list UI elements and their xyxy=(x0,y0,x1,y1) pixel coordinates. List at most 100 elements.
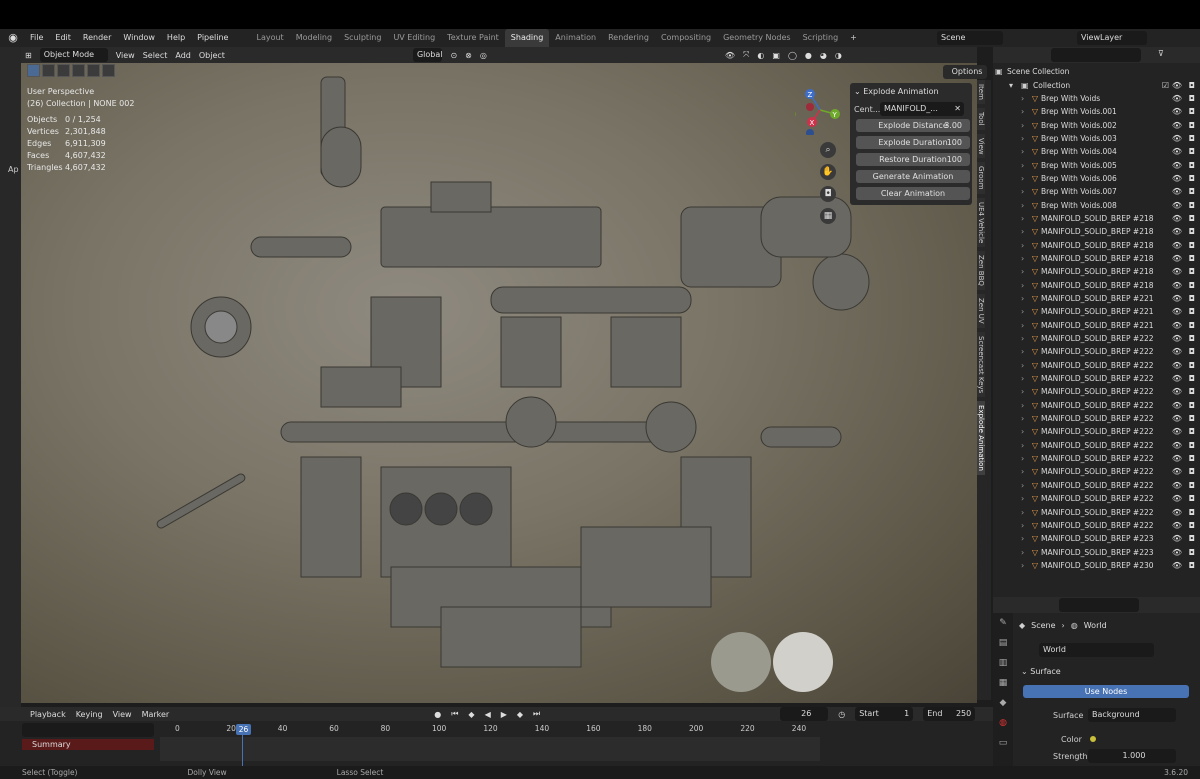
proportional-edit-icon[interactable]: ◎ xyxy=(480,51,487,60)
render-icon[interactable]: ◘ xyxy=(1189,561,1195,570)
use-nodes-button[interactable]: Use Nodes xyxy=(1023,685,1189,698)
render-icon[interactable]: ◘ xyxy=(1189,321,1195,330)
eye-icon[interactable]: 👁 xyxy=(1172,201,1182,210)
outliner-item[interactable]: › ▽ MANIFOLD_SOLID_BREP #218 👁 ◘ xyxy=(995,279,1198,292)
select-extend-icon[interactable] xyxy=(57,64,70,77)
playhead-frame-label[interactable]: 26 xyxy=(236,724,251,735)
eye-icon[interactable]: 👁 xyxy=(1172,281,1182,290)
viewport-menu-object[interactable]: Object xyxy=(199,51,225,60)
render-tab-icon[interactable]: ▤ xyxy=(993,633,1013,653)
expand-arrow-icon[interactable]: › xyxy=(1021,321,1029,330)
eye-icon[interactable]: 👁 xyxy=(1172,307,1182,316)
expand-arrow-icon[interactable]: › xyxy=(1021,548,1029,557)
render-icon[interactable]: ◘ xyxy=(1189,161,1195,170)
play-icon[interactable]: ▶ xyxy=(501,710,507,719)
outliner-item[interactable]: › ▽ MANIFOLD_SOLID_BREP #221 👁 ◘ xyxy=(995,292,1198,305)
scene-tab-icon[interactable]: ◆ xyxy=(993,693,1013,713)
select-invert-icon[interactable] xyxy=(87,64,100,77)
eye-icon[interactable]: 👁 xyxy=(1172,214,1182,223)
eye-icon[interactable]: 👁 xyxy=(1172,494,1182,503)
expand-arrow-icon[interactable]: › xyxy=(1021,534,1029,543)
eye-icon[interactable]: 👁 xyxy=(1172,94,1182,103)
outliner-item[interactable]: › ▽ MANIFOLD_SOLID_BREP #222 👁 ◘ xyxy=(995,479,1198,492)
expand-arrow-icon[interactable]: › xyxy=(1021,414,1029,423)
render-icon[interactable]: ◘ xyxy=(1189,521,1195,530)
eye-icon[interactable]: 👁 xyxy=(1172,347,1182,356)
expand-arrow-icon[interactable]: › xyxy=(1021,201,1029,210)
keying-menu[interactable]: Keying xyxy=(76,710,103,719)
outliner-item[interactable]: › ▽ Brep With Voids.007 👁 ◘ xyxy=(995,185,1198,198)
expand-arrow-icon[interactable]: › xyxy=(1021,334,1029,343)
menu-window[interactable]: Window xyxy=(117,29,161,47)
render-icon[interactable]: ◘ xyxy=(1189,227,1195,236)
render-icon[interactable]: ◘ xyxy=(1189,534,1195,543)
eye-icon[interactable]: 👁 xyxy=(1172,534,1182,543)
outliner-item[interactable]: › ▽ MANIFOLD_SOLID_BREP #221 👁 ◘ xyxy=(995,305,1198,318)
eye-icon[interactable]: 👁 xyxy=(1172,134,1182,143)
tab-geometry-nodes[interactable]: Geometry Nodes xyxy=(717,29,796,47)
eye-icon[interactable]: 👁 xyxy=(1172,161,1182,170)
expand-arrow-icon[interactable]: › xyxy=(1021,174,1029,183)
outliner-item[interactable]: › ▽ Brep With Voids.004 👁 ◘ xyxy=(995,145,1198,158)
render-icon[interactable]: ◘ xyxy=(1189,401,1195,410)
render-icon[interactable]: ◘ xyxy=(1189,147,1195,156)
eye-icon[interactable]: 👁 xyxy=(1172,361,1182,370)
eye-icon[interactable]: 👁 xyxy=(1172,454,1182,463)
gizmo-toggle-icon[interactable]: ⤧ xyxy=(743,50,749,60)
expand-arrow-icon[interactable]: › xyxy=(1021,241,1029,250)
expand-arrow-icon[interactable]: › xyxy=(1021,401,1029,410)
render-icon[interactable]: ◘ xyxy=(1189,454,1195,463)
clock-icon[interactable]: ◷ xyxy=(838,710,845,719)
scene-selector[interactable]: Scene xyxy=(937,31,1003,45)
collection-tab-icon[interactable]: ▭ xyxy=(993,733,1013,753)
expand-arrow-icon[interactable]: › xyxy=(1021,508,1029,517)
eye-icon[interactable]: 👁 xyxy=(1172,147,1182,156)
outliner-item[interactable]: › ▽ MANIFOLD_SOLID_BREP #218 👁 ◘ xyxy=(995,238,1198,251)
filter-icon[interactable]: ⊽ xyxy=(1158,49,1164,58)
outliner-item[interactable]: › ▽ Brep With Voids.008 👁 ◘ xyxy=(995,198,1198,211)
eye-icon[interactable]: 👁 xyxy=(1172,267,1182,276)
clear-field-icon[interactable]: ✕ xyxy=(954,102,961,116)
tab-rendering[interactable]: Rendering xyxy=(602,29,655,47)
eye-icon[interactable]: 👁 xyxy=(1172,187,1182,196)
viewport-menu-select[interactable]: Select xyxy=(143,51,168,60)
outliner-item[interactable]: › ▽ Brep With Voids.002 👁 ◘ xyxy=(995,118,1198,131)
xray-icon[interactable]: ▣ xyxy=(772,51,780,60)
outliner-item[interactable]: › ▽ Brep With Voids.003 👁 ◘ xyxy=(995,132,1198,145)
eye-icon[interactable]: 👁 xyxy=(1172,174,1182,183)
side-tab-groom[interactable]: Groom xyxy=(977,162,985,194)
eye-icon[interactable]: 👁 xyxy=(1172,321,1182,330)
render-icon[interactable]: ◘ xyxy=(1189,548,1195,557)
render-icon[interactable]: ◘ xyxy=(1189,254,1195,263)
expand-arrow-icon[interactable]: › xyxy=(1021,561,1029,570)
eye-icon[interactable]: 👁 xyxy=(1172,107,1182,116)
eye-icon[interactable]: 👁 xyxy=(1172,401,1182,410)
render-icon[interactable]: ◘ xyxy=(1189,281,1195,290)
expand-arrow-icon[interactable]: › xyxy=(1021,121,1029,130)
menu-render[interactable]: Render xyxy=(77,29,117,47)
outliner-item[interactable]: › ▽ MANIFOLD_SOLID_BREP #222 👁 ◘ xyxy=(995,452,1198,465)
expand-arrow-icon[interactable]: › xyxy=(1021,387,1029,396)
menu-pipeline[interactable]: Pipeline xyxy=(191,29,234,47)
tab-sculpting[interactable]: Sculpting xyxy=(338,29,387,47)
outliner-item[interactable]: › ▽ MANIFOLD_SOLID_BREP #222 👁 ◘ xyxy=(995,332,1198,345)
color-socket-icon[interactable] xyxy=(1090,736,1096,742)
side-tab-ue4-vehicle[interactable]: UE4 Vehicle xyxy=(977,197,985,247)
tab-uv-editing[interactable]: UV Editing xyxy=(387,29,441,47)
eye-icon[interactable]: 👁 xyxy=(1172,521,1182,530)
expand-arrow-icon[interactable]: › xyxy=(1021,427,1029,436)
mode-selector[interactable]: Object Mode xyxy=(39,48,108,62)
eye-icon[interactable]: 👁 xyxy=(1172,374,1182,383)
world-tab-icon[interactable]: ◍ xyxy=(993,713,1013,733)
outliner-item[interactable]: › ▽ MANIFOLD_SOLID_BREP #222 👁 ◘ xyxy=(995,439,1198,452)
select-box-icon[interactable] xyxy=(42,64,55,77)
zoom-icon[interactable]: ⌕ xyxy=(820,142,836,158)
render-icon[interactable]: ◘ xyxy=(1189,294,1195,303)
expand-arrow-icon[interactable]: › xyxy=(1021,481,1029,490)
eye-icon[interactable]: 👁 xyxy=(1172,334,1182,343)
eye-icon[interactable]: 👁 xyxy=(1172,241,1182,250)
eye-icon[interactable]: 👁 xyxy=(1172,481,1182,490)
outliner-item[interactable]: › ▽ MANIFOLD_SOLID_BREP #218 👁 ◘ xyxy=(995,265,1198,278)
record-icon[interactable]: ● xyxy=(434,710,441,719)
expand-arrow-icon[interactable]: › xyxy=(1021,161,1029,170)
